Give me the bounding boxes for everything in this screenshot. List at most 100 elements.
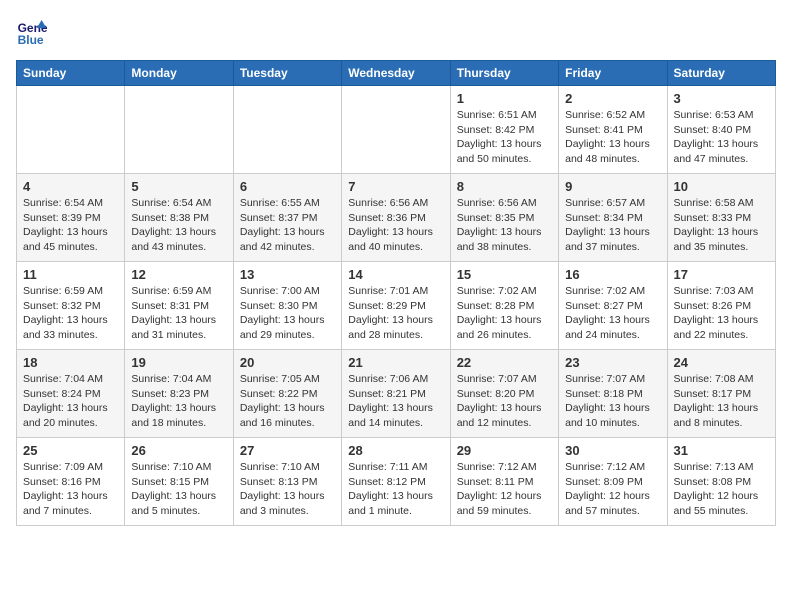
calendar-week-row: 25 Sunrise: 7:09 AM Sunset: 8:16 PM Dayli…: [17, 438, 776, 526]
calendar-cell: 25 Sunrise: 7:09 AM Sunset: 8:16 PM Dayli…: [17, 438, 125, 526]
day-detail: Sunrise: 6:56 AM Sunset: 8:36 PM Dayligh…: [348, 196, 443, 255]
day-detail: Sunrise: 7:09 AM Sunset: 8:16 PM Dayligh…: [23, 460, 118, 519]
day-detail: Sunrise: 7:13 AM Sunset: 8:08 PM Dayligh…: [674, 460, 769, 519]
column-header-thursday: Thursday: [450, 61, 558, 86]
day-detail: Sunrise: 7:06 AM Sunset: 8:21 PM Dayligh…: [348, 372, 443, 431]
calendar-cell: 4 Sunrise: 6:54 AM Sunset: 8:39 PM Daylig…: [17, 174, 125, 262]
column-header-monday: Monday: [125, 61, 233, 86]
day-detail: Sunrise: 7:11 AM Sunset: 8:12 PM Dayligh…: [348, 460, 443, 519]
column-header-sunday: Sunday: [17, 61, 125, 86]
day-number: 30: [565, 443, 660, 458]
calendar-cell: 14 Sunrise: 7:01 AM Sunset: 8:29 PM Dayli…: [342, 262, 450, 350]
calendar-cell: 18 Sunrise: 7:04 AM Sunset: 8:24 PM Dayli…: [17, 350, 125, 438]
day-number: 4: [23, 179, 118, 194]
calendar-week-row: 18 Sunrise: 7:04 AM Sunset: 8:24 PM Dayli…: [17, 350, 776, 438]
day-number: 19: [131, 355, 226, 370]
day-detail: Sunrise: 6:56 AM Sunset: 8:35 PM Dayligh…: [457, 196, 552, 255]
day-number: 18: [23, 355, 118, 370]
column-header-wednesday: Wednesday: [342, 61, 450, 86]
calendar-cell: 16Sunrise: 7:02 AM Sunset: 8:27 PM Dayli…: [559, 262, 667, 350]
column-header-tuesday: Tuesday: [233, 61, 341, 86]
calendar-cell: 28Sunrise: 7:11 AM Sunset: 8:12 PM Dayli…: [342, 438, 450, 526]
calendar-cell: 10 Sunrise: 6:58 AM Sunset: 8:33 PM Dayli…: [667, 174, 775, 262]
day-detail: Sunrise: 6:59 AM Sunset: 8:31 PM Dayligh…: [131, 284, 226, 343]
calendar-cell: 3Sunrise: 6:53 AM Sunset: 8:40 PM Daylig…: [667, 86, 775, 174]
day-number: 27: [240, 443, 335, 458]
calendar-cell: 15 Sunrise: 7:02 AM Sunset: 8:28 PM Dayli…: [450, 262, 558, 350]
calendar-week-row: 1 Sunrise: 6:51 AM Sunset: 8:42 PM Daylig…: [17, 86, 776, 174]
calendar-week-row: 4 Sunrise: 6:54 AM Sunset: 8:39 PM Daylig…: [17, 174, 776, 262]
day-number: 8: [457, 179, 552, 194]
day-number: 29: [457, 443, 552, 458]
day-number: 11: [23, 267, 118, 282]
day-detail: Sunrise: 6:54 AM Sunset: 8:38 PM Dayligh…: [131, 196, 226, 255]
calendar-cell: 2Sunrise: 6:52 AM Sunset: 8:41 PM Daylig…: [559, 86, 667, 174]
calendar-cell: 27 Sunrise: 7:10 AM Sunset: 8:13 PM Dayli…: [233, 438, 341, 526]
calendar-cell: 19 Sunrise: 7:04 AM Sunset: 8:23 PM Dayli…: [125, 350, 233, 438]
day-number: 9: [565, 179, 660, 194]
day-number: 13: [240, 267, 335, 282]
day-detail: Sunrise: 6:58 AM Sunset: 8:33 PM Dayligh…: [674, 196, 769, 255]
day-number: 23: [565, 355, 660, 370]
day-number: 22: [457, 355, 552, 370]
day-number: 20: [240, 355, 335, 370]
day-detail: Sunrise: 6:55 AM Sunset: 8:37 PM Dayligh…: [240, 196, 335, 255]
day-detail: Sunrise: 6:51 AM Sunset: 8:42 PM Dayligh…: [457, 108, 552, 167]
day-number: 7: [348, 179, 443, 194]
day-number: 1: [457, 91, 552, 106]
column-header-friday: Friday: [559, 61, 667, 86]
day-detail: Sunrise: 6:57 AM Sunset: 8:34 PM Dayligh…: [565, 196, 660, 255]
day-number: 3: [674, 91, 769, 106]
day-detail: Sunrise: 6:54 AM Sunset: 8:39 PM Dayligh…: [23, 196, 118, 255]
day-detail: Sunrise: 7:00 AM Sunset: 8:30 PM Dayligh…: [240, 284, 335, 343]
calendar-week-row: 11 Sunrise: 6:59 AM Sunset: 8:32 PM Dayli…: [17, 262, 776, 350]
day-detail: Sunrise: 7:07 AM Sunset: 8:18 PM Dayligh…: [565, 372, 660, 431]
day-detail: Sunrise: 7:01 AM Sunset: 8:29 PM Dayligh…: [348, 284, 443, 343]
column-header-saturday: Saturday: [667, 61, 775, 86]
calendar-cell: 29 Sunrise: 7:12 AM Sunset: 8:11 PM Dayli…: [450, 438, 558, 526]
day-number: 12: [131, 267, 226, 282]
calendar-cell: 13 Sunrise: 7:00 AM Sunset: 8:30 PM Dayli…: [233, 262, 341, 350]
day-number: 21: [348, 355, 443, 370]
day-detail: Sunrise: 7:03 AM Sunset: 8:26 PM Dayligh…: [674, 284, 769, 343]
calendar-cell: [233, 86, 341, 174]
day-detail: Sunrise: 7:07 AM Sunset: 8:20 PM Dayligh…: [457, 372, 552, 431]
calendar-cell: [17, 86, 125, 174]
day-detail: Sunrise: 7:05 AM Sunset: 8:22 PM Dayligh…: [240, 372, 335, 431]
day-detail: Sunrise: 6:59 AM Sunset: 8:32 PM Dayligh…: [23, 284, 118, 343]
day-number: 25: [23, 443, 118, 458]
page-header: General Blue: [16, 16, 776, 48]
calendar-cell: 1 Sunrise: 6:51 AM Sunset: 8:42 PM Daylig…: [450, 86, 558, 174]
calendar-cell: 24 Sunrise: 7:08 AM Sunset: 8:17 PM Dayli…: [667, 350, 775, 438]
day-detail: Sunrise: 7:04 AM Sunset: 8:24 PM Dayligh…: [23, 372, 118, 431]
day-number: 14: [348, 267, 443, 282]
calendar-cell: 9 Sunrise: 6:57 AM Sunset: 8:34 PM Daylig…: [559, 174, 667, 262]
logo: General Blue: [16, 16, 52, 48]
day-number: 10: [674, 179, 769, 194]
day-detail: Sunrise: 7:08 AM Sunset: 8:17 PM Dayligh…: [674, 372, 769, 431]
calendar-cell: 7 Sunrise: 6:56 AM Sunset: 8:36 PM Daylig…: [342, 174, 450, 262]
day-detail: Sunrise: 7:12 AM Sunset: 8:09 PM Dayligh…: [565, 460, 660, 519]
calendar-cell: 22 Sunrise: 7:07 AM Sunset: 8:20 PM Dayli…: [450, 350, 558, 438]
calendar-cell: 5 Sunrise: 6:54 AM Sunset: 8:38 PM Daylig…: [125, 174, 233, 262]
day-detail: Sunrise: 7:12 AM Sunset: 8:11 PM Dayligh…: [457, 460, 552, 519]
logo-icon: General Blue: [16, 16, 48, 48]
day-number: 15: [457, 267, 552, 282]
calendar-cell: 6Sunrise: 6:55 AM Sunset: 8:37 PM Daylig…: [233, 174, 341, 262]
calendar-cell: 26Sunrise: 7:10 AM Sunset: 8:15 PM Dayli…: [125, 438, 233, 526]
day-number: 17: [674, 267, 769, 282]
day-number: 24: [674, 355, 769, 370]
calendar-cell: 31Sunrise: 7:13 AM Sunset: 8:08 PM Dayli…: [667, 438, 775, 526]
calendar-cell: 20 Sunrise: 7:05 AM Sunset: 8:22 PM Dayli…: [233, 350, 341, 438]
calendar-cell: 30 Sunrise: 7:12 AM Sunset: 8:09 PM Dayli…: [559, 438, 667, 526]
calendar-cell: 8 Sunrise: 6:56 AM Sunset: 8:35 PM Daylig…: [450, 174, 558, 262]
day-detail: Sunrise: 7:10 AM Sunset: 8:15 PM Dayligh…: [131, 460, 226, 519]
day-detail: Sunrise: 7:04 AM Sunset: 8:23 PM Dayligh…: [131, 372, 226, 431]
day-detail: Sunrise: 7:02 AM Sunset: 8:28 PM Dayligh…: [457, 284, 552, 343]
calendar-cell: [342, 86, 450, 174]
day-detail: Sunrise: 6:52 AM Sunset: 8:41 PM Dayligh…: [565, 108, 660, 167]
day-detail: Sunrise: 7:10 AM Sunset: 8:13 PM Dayligh…: [240, 460, 335, 519]
calendar-cell: 21 Sunrise: 7:06 AM Sunset: 8:21 PM Dayli…: [342, 350, 450, 438]
svg-text:Blue: Blue: [18, 33, 44, 47]
day-number: 5: [131, 179, 226, 194]
